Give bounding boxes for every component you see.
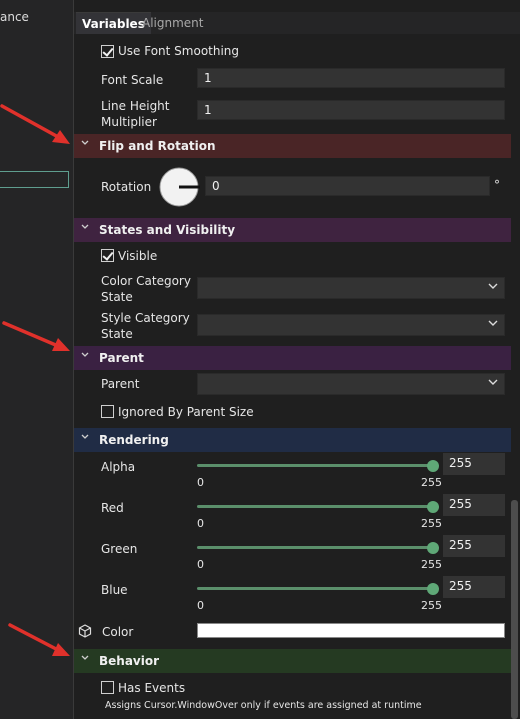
use-font-smoothing-label: Use Font Smoothing bbox=[118, 44, 240, 58]
flip-rotation-header[interactable]: Flip and Rotation bbox=[74, 134, 511, 158]
behavior-header[interactable]: Behavior bbox=[74, 649, 511, 673]
line-height-label: Line Height Multiplier bbox=[101, 98, 170, 130]
rendering-title: Rendering bbox=[99, 433, 169, 447]
green-min-label: 0 bbox=[197, 558, 204, 571]
chevron-down-icon bbox=[488, 283, 498, 289]
font-scale-input[interactable]: 1 bbox=[197, 68, 505, 88]
chevron-down-icon bbox=[81, 224, 89, 229]
line-height-label-line1: Line Height bbox=[101, 99, 170, 113]
style-category-label-line2: State bbox=[101, 327, 133, 341]
green-value-input[interactable]: 255 bbox=[443, 535, 505, 557]
annotation-arrow-flip bbox=[0, 104, 70, 144]
color-swatch[interactable] bbox=[197, 623, 505, 638]
tab-strip: Variables Alignment bbox=[74, 12, 520, 34]
visible-label: Visible bbox=[118, 249, 158, 263]
style-category-dropdown[interactable] bbox=[197, 314, 505, 336]
red-value-input[interactable]: 255 bbox=[443, 494, 505, 516]
blue-max-label: 255 bbox=[421, 599, 442, 612]
use-font-smoothing-checkbox[interactable] bbox=[101, 45, 114, 58]
chevron-down-icon bbox=[81, 352, 89, 357]
blue-slider-track[interactable] bbox=[197, 587, 433, 590]
has-events-label: Has Events bbox=[118, 681, 186, 695]
scrollbar-thumb[interactable] bbox=[511, 500, 518, 719]
has-events-checkbox[interactable] bbox=[101, 681, 114, 694]
alpha-label: Alpha bbox=[101, 460, 136, 474]
red-slider-track[interactable] bbox=[197, 505, 433, 508]
parent-dropdown[interactable] bbox=[197, 373, 505, 395]
chevron-down-icon bbox=[81, 140, 89, 145]
green-max-label: 255 bbox=[421, 558, 442, 571]
parent-title: Parent bbox=[99, 351, 144, 365]
flip-rotation-title: Flip and Rotation bbox=[99, 139, 216, 153]
chevron-down-icon bbox=[488, 320, 498, 326]
style-category-label: Style Category State bbox=[101, 310, 190, 342]
chevron-down-icon bbox=[81, 434, 89, 439]
red-min-label: 0 bbox=[197, 517, 204, 530]
line-height-input[interactable]: 1 bbox=[197, 100, 505, 120]
blue-slider-thumb[interactable] bbox=[427, 583, 439, 595]
color-category-dropdown[interactable] bbox=[197, 277, 505, 299]
ignored-by-parent-size-checkbox[interactable] bbox=[101, 405, 114, 418]
blue-value-input[interactable]: 255 bbox=[443, 576, 505, 598]
blue-min-label: 0 bbox=[197, 599, 204, 612]
line-height-label-line2: Multiplier bbox=[101, 115, 157, 129]
chevron-down-icon bbox=[81, 655, 89, 660]
left-panel-selected-item[interactable] bbox=[0, 171, 69, 188]
visible-checkbox[interactable] bbox=[101, 249, 114, 262]
style-category-label-line1: Style Category bbox=[101, 311, 190, 325]
rendering-header[interactable]: Rendering bbox=[74, 428, 511, 452]
alpha-max-label: 255 bbox=[421, 476, 442, 489]
parent-header[interactable]: Parent bbox=[74, 346, 511, 370]
green-slider-track[interactable] bbox=[197, 546, 433, 549]
rotation-label: Rotation bbox=[101, 180, 152, 194]
states-visibility-title: States and Visibility bbox=[99, 223, 236, 237]
color-category-label-line2: State bbox=[101, 290, 133, 304]
chevron-down-icon bbox=[488, 379, 498, 385]
color-label: Color bbox=[102, 625, 134, 639]
alpha-slider-track[interactable] bbox=[197, 464, 433, 467]
color-category-label-line1: Color Category bbox=[101, 274, 191, 288]
annotation-arrow-behavior bbox=[8, 623, 70, 656]
rotation-input[interactable]: 0 bbox=[205, 176, 490, 196]
parent-label: Parent bbox=[101, 377, 140, 391]
rotation-dial[interactable] bbox=[158, 166, 200, 208]
tab-alignment[interactable]: Alignment bbox=[136, 12, 209, 34]
behavior-title: Behavior bbox=[99, 654, 160, 668]
left-panel-label: ance bbox=[0, 10, 29, 24]
green-label: Green bbox=[101, 542, 138, 556]
color-cube-icon bbox=[78, 624, 92, 638]
green-slider-thumb[interactable] bbox=[427, 542, 439, 554]
alpha-value-input[interactable]: 255 bbox=[443, 453, 505, 475]
annotation-arrow-parent bbox=[2, 321, 70, 351]
font-scale-label: Font Scale bbox=[101, 73, 164, 87]
red-max-label: 255 bbox=[421, 517, 442, 530]
has-events-note: Assigns Cursor.WindowOver only if events… bbox=[105, 700, 422, 711]
states-visibility-header[interactable]: States and Visibility bbox=[74, 218, 511, 242]
red-slider-thumb[interactable] bbox=[427, 501, 439, 513]
blue-label: Blue bbox=[101, 583, 128, 597]
alpha-min-label: 0 bbox=[197, 476, 204, 489]
red-label: Red bbox=[101, 501, 124, 515]
degree-unit: ° bbox=[494, 178, 500, 192]
color-category-label: Color Category State bbox=[101, 273, 191, 305]
alpha-slider-thumb[interactable] bbox=[427, 460, 439, 472]
ignored-by-parent-size-label: Ignored By Parent Size bbox=[118, 405, 254, 419]
